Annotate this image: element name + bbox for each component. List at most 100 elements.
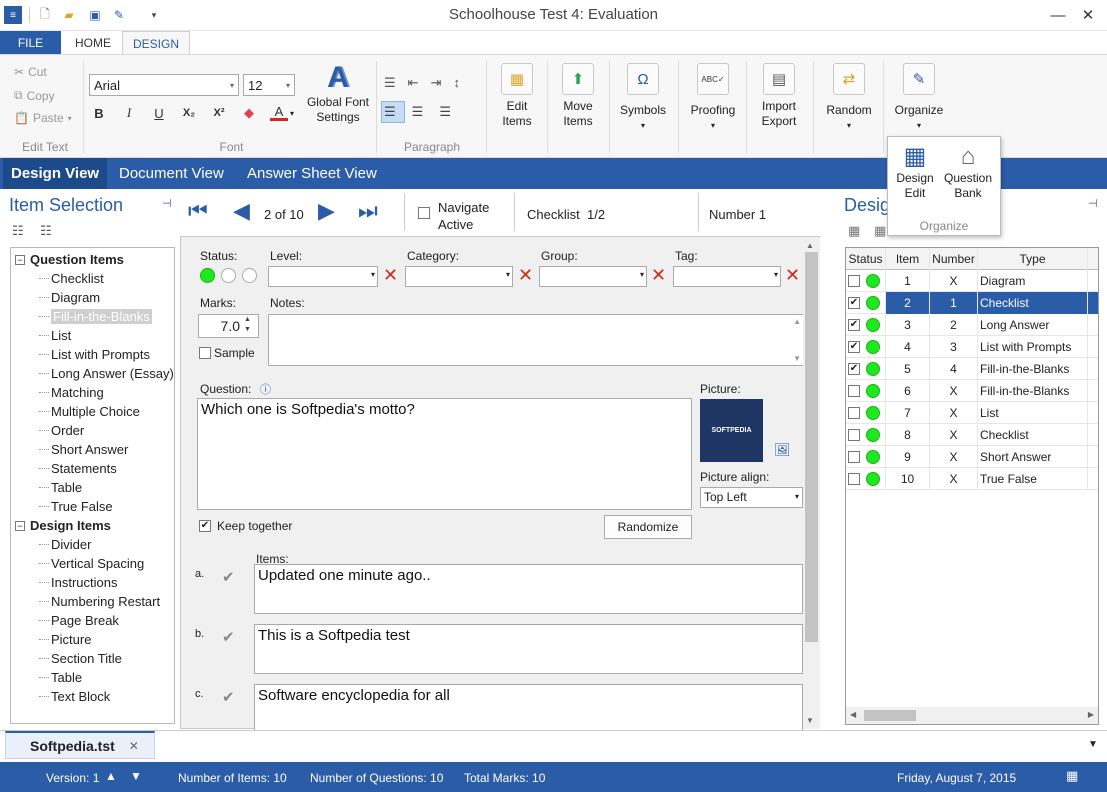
align-right-icon[interactable]: ☰ [439,104,451,120]
row-checkbox[interactable]: ✔ [848,318,860,331]
font-color-button[interactable]: A [270,105,288,121]
line-spacing-icon[interactable]: ↕ [453,75,460,91]
import-export-button[interactable]: ▤ Import Export [753,63,805,129]
tag-select[interactable]: ▾ [673,266,781,287]
tree-item[interactable]: Page Break [11,611,174,630]
close-icon[interactable]: ✕ [1073,2,1103,28]
row-checkbox[interactable]: ✔ [848,362,860,375]
status-green-dot[interactable] [200,268,215,283]
question-textarea[interactable]: Which one is Softpedia's motto? [197,398,692,510]
clear-tag-icon[interactable]: ✕ [785,265,800,286]
collapse-all-icon[interactable]: ☷ [12,223,24,239]
tree-item[interactable]: Statements [11,459,174,478]
navigate-active-checkbox[interactable] [418,207,430,219]
table-row[interactable]: 6 X Fill-in-the-Blanks [846,379,1098,402]
table-row[interactable]: ✔ 2 1 Checklist [846,291,1098,314]
collapse-icon[interactable]: − [15,520,25,531]
row-checkbox[interactable] [848,450,860,463]
table-row[interactable]: 8 X Checklist [846,423,1098,446]
row-checkbox[interactable] [848,472,860,485]
table-row[interactable]: ✔ 4 3 List with Prompts [846,335,1098,358]
grid-options-icon[interactable]: ▦ [874,223,886,239]
font-color-dropdown-icon[interactable]: ▾ [290,109,294,118]
pin-icon[interactable]: ⊣ [162,197,172,210]
scrollbar-thumb[interactable] [864,710,916,721]
status-dot[interactable] [242,268,257,283]
row-checkbox[interactable] [848,406,860,419]
tree-item[interactable]: Matching [11,383,174,402]
align-center-icon[interactable]: ☰ [412,104,424,120]
last-item-icon[interactable]: ⏭ [358,198,378,224]
proofing-button[interactable]: ABC✓ Proofing ▾ [684,63,742,133]
row-checkbox[interactable]: ✔ [848,340,860,353]
tree-item[interactable]: Order [11,421,174,440]
row-checkbox[interactable] [848,274,860,287]
item-textarea[interactable]: Updated one minute ago.. [254,564,803,614]
status-selector[interactable] [200,268,257,283]
clear-group-icon[interactable]: ✕ [651,265,666,286]
sample-checkbox[interactable] [199,347,211,359]
tree-item[interactable]: Text Block [11,687,174,706]
paste-button[interactable]: 📋 Paste ▾ [14,111,72,125]
tree-item[interactable]: True False [11,497,174,516]
calendar-icon[interactable]: ▦ [1066,768,1078,784]
tree-item[interactable]: Instructions [11,573,174,592]
tab-design-view[interactable]: Design View [3,158,108,189]
group-select[interactable]: ▾ [539,266,647,287]
table-row[interactable]: ✔ 3 2 Long Answer [846,313,1098,336]
notes-textarea[interactable]: ▲ ▼ [268,314,804,366]
tab-answer-sheet-view[interactable]: Answer Sheet View [239,158,385,189]
decrease-indent-icon[interactable]: ⇤ [408,75,419,91]
underline-button[interactable]: U [150,106,168,121]
row-checkbox[interactable]: ✔ [848,296,860,309]
table-row[interactable]: ✔ 5 4 Fill-in-the-Blanks [846,357,1098,380]
category-select[interactable]: ▾ [405,266,513,287]
tree-item[interactable]: Short Answer [11,440,174,459]
column-item[interactable]: Item [886,247,930,270]
tree-item[interactable]: Table [11,478,174,497]
superscript-button[interactable]: X² [210,107,228,119]
grid-view-icon[interactable]: ▦ [848,223,860,239]
tree-item[interactable]: Vertical Spacing [11,554,174,573]
copy-button[interactable]: ⧉ Copy [14,88,55,103]
column-status[interactable]: Status [846,247,886,270]
row-checkbox[interactable] [848,384,860,397]
tree-group-question-items[interactable]: − Question Items [11,250,174,269]
increase-indent-icon[interactable]: ⇥ [431,75,442,91]
pin-icon[interactable]: ⊣ [1088,197,1098,210]
minimize-icon[interactable]: — [1043,2,1073,28]
previous-item-icon[interactable]: ◀ [233,198,250,224]
scrollbar-thumb[interactable] [805,252,818,642]
tree-item[interactable]: List [11,326,174,345]
bold-button[interactable]: B [90,106,108,121]
picture-align-select[interactable]: Top Left ▾ [700,487,803,508]
table-row[interactable]: 1 X Diagram [846,269,1098,292]
keep-together-checkbox[interactable]: ✔ [199,520,211,532]
next-item-icon[interactable]: ▶ [318,198,335,224]
version-down-icon[interactable]: ▼ [130,769,142,783]
tree-item[interactable]: Long Answer (Essay) [11,364,174,383]
design-edit-button[interactable]: ▦ Design Edit [893,143,937,201]
first-item-icon[interactable]: ⏮ [188,198,208,224]
column-number[interactable]: Number [930,247,978,270]
randomize-button[interactable]: Randomize [604,515,692,539]
tab-home[interactable]: HOME [65,31,121,55]
tree-item[interactable]: Section Title [11,649,174,668]
tab-file[interactable]: FILE [0,31,61,55]
grid-horizontal-scrollbar[interactable]: ◀ ▶ [846,707,1098,724]
font-size-select[interactable]: 12 ▾ [243,74,295,96]
tree-item[interactable]: Diagram [11,288,174,307]
marks-stepper[interactable]: ▲ ▼ [244,315,251,335]
correct-check-icon[interactable]: ✔ [222,628,235,646]
version-up-icon[interactable]: ▲ [105,769,117,783]
table-row[interactable]: 7 X List [846,401,1098,424]
form-scrollbar[interactable]: ▲ ▼ [803,238,820,729]
move-items-button[interactable]: ⬆ Move Items [554,63,602,129]
random-button[interactable]: ⇄ Random ▾ [820,63,878,133]
correct-check-icon[interactable]: ✔ [222,688,235,706]
question-bank-button[interactable]: ⌂ Question Bank [940,143,996,201]
subscript-button[interactable]: X₂ [180,107,198,119]
tree-item[interactable]: Fill-in-the-Blanks [11,307,174,326]
table-row[interactable]: 9 X Short Answer [846,445,1098,468]
table-row[interactable]: 10 X True False [846,467,1098,490]
